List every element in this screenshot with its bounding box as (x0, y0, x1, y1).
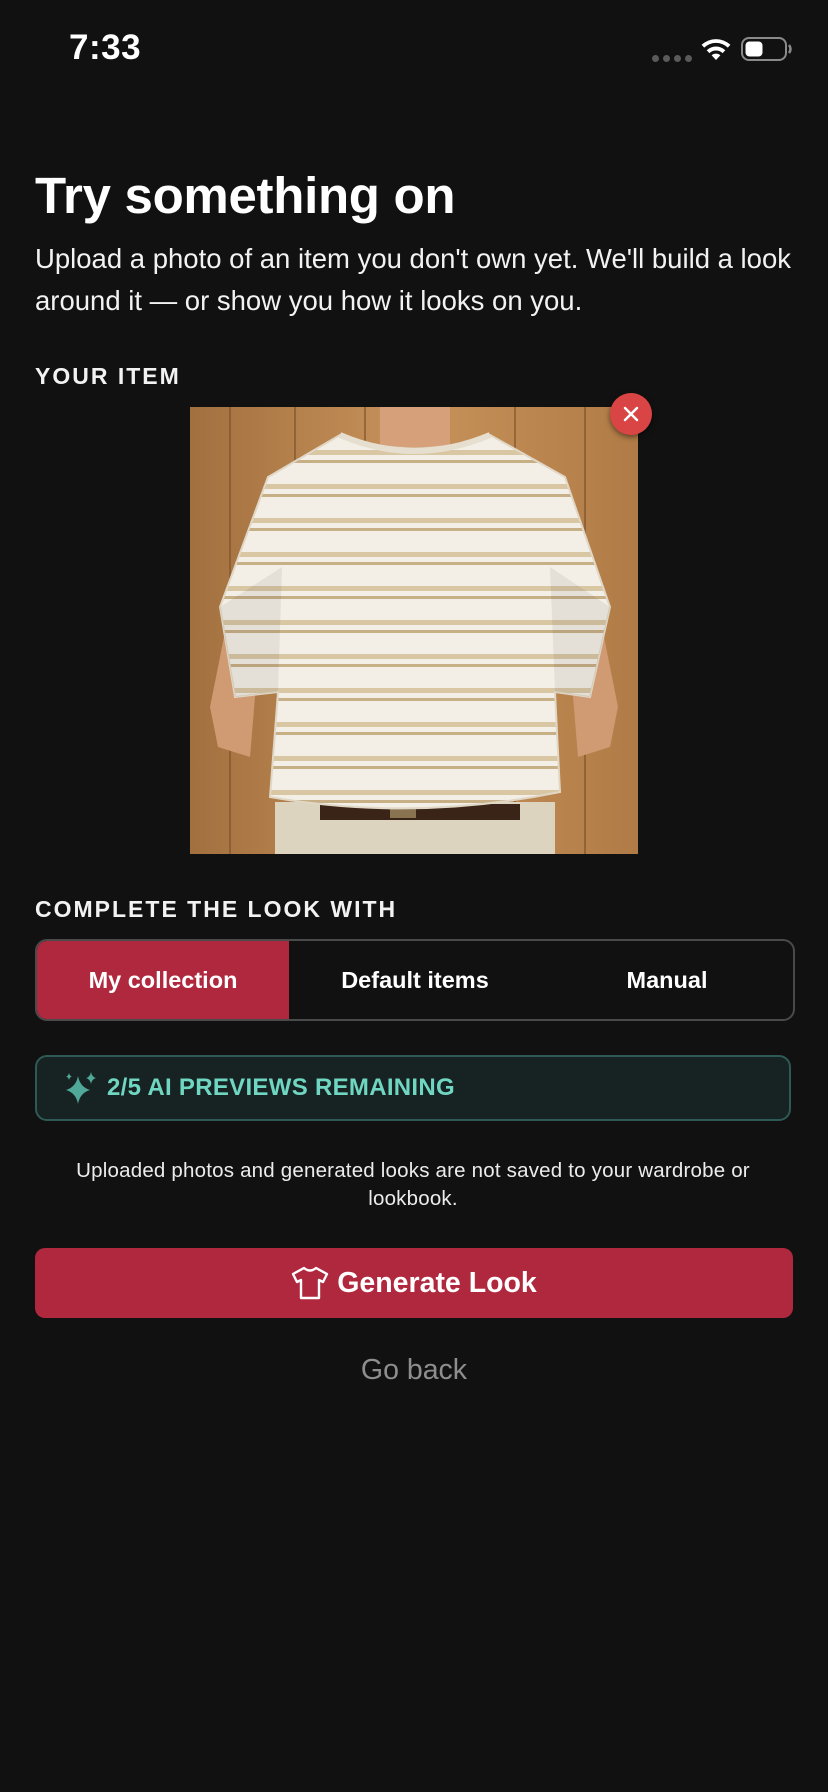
option-default-items[interactable]: Default items (289, 941, 541, 1019)
tshirt-icon (292, 1266, 329, 1300)
your-item-label: YOUR ITEM (35, 363, 181, 389)
go-back-link[interactable]: Go back (0, 1354, 828, 1387)
battery-icon (741, 37, 792, 61)
option-manual[interactable]: Manual (541, 941, 793, 1019)
page-subtitle: Upload a photo of an item you don't own … (35, 243, 792, 316)
option-my-collection[interactable]: My collection (37, 941, 289, 1019)
status-time: 7:33 (69, 28, 142, 67)
status-bar: 7:33 (0, 0, 828, 96)
generate-look-button[interactable]: Generate Look (35, 1248, 793, 1318)
ai-previews-banner: 2/5 AI PREVIEWS REMAINING (35, 1055, 791, 1121)
sparkle-icon (66, 1072, 96, 1104)
ai-previews-remaining-text: 2/5 AI PREVIEWS REMAINING (107, 1074, 455, 1101)
complete-look-segmented-control: My collection Default items Manual (35, 939, 795, 1021)
close-icon (623, 406, 639, 422)
complete-look-label: COMPLETE THE LOOK WITH (35, 896, 398, 922)
privacy-disclaimer: Uploaded photos and generated looks are … (76, 1159, 750, 1210)
wifi-icon (701, 39, 731, 60)
cellular-signal-icon (652, 55, 692, 62)
generate-look-label: Generate Look (337, 1266, 537, 1299)
striped-tshirt-photo-icon (190, 407, 638, 854)
page-title: Try something on (35, 167, 456, 224)
remove-image-button[interactable] (610, 393, 652, 435)
uploaded-item-image (190, 407, 638, 854)
